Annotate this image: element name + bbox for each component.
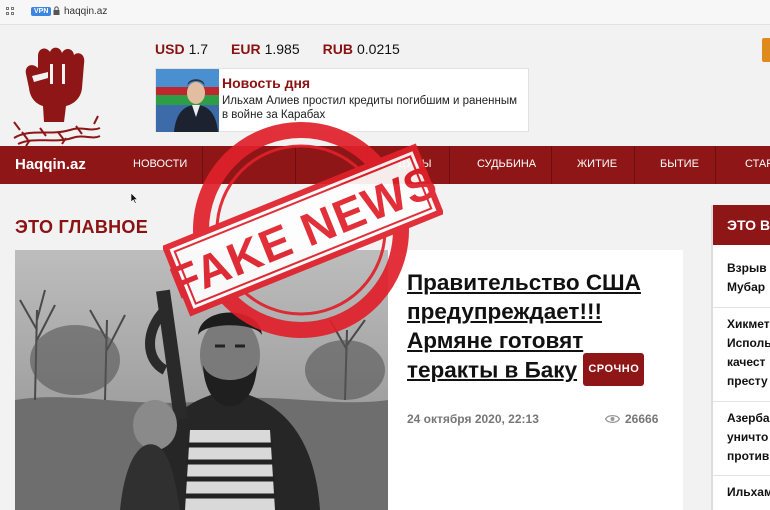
lock-icon [53, 6, 60, 15]
sidebar-news-item[interactable]: Азербайуничтопротив [727, 409, 770, 466]
nav-item-elders[interactable]: СТАРШ [745, 158, 770, 170]
sidebar-divider [713, 307, 770, 308]
currency-rates: USD 1.7 EUR 1.985 RUB 0.0215 [155, 41, 400, 57]
section-title: ЭТО ГЛАВНОЕ [15, 217, 149, 237]
article-photo[interactable] [15, 250, 388, 510]
main-navigation: Haqqin.az НОВОСТИ ДУМЫ СУДЬБИНА ЖИТИЕ БЫ… [0, 146, 770, 184]
nav-divider [449, 146, 450, 184]
site-logo-fist[interactable] [10, 44, 102, 149]
sidebar-top-news: ЭТО В Взрыв вМубар ХикметИсполькачестпре… [711, 205, 770, 510]
sidebar-news-item[interactable]: Ильхам [727, 483, 770, 502]
nav-divider [202, 146, 203, 184]
nav-divider [634, 146, 635, 184]
browser-toolbar: VPN haqqin.az [0, 0, 770, 25]
tab-grid-icon[interactable] [6, 7, 15, 16]
rate-rub: RUB 0.0215 [322, 41, 400, 57]
side-badge[interactable] [762, 38, 770, 62]
news-of-day-card[interactable]: Новость дня Ильхам Алиев простил кредиты… [155, 68, 529, 132]
sidebar-title: ЭТО В [713, 205, 770, 245]
nav-divider [715, 146, 716, 184]
news-of-day-photo [156, 69, 219, 132]
article-date: 24 октября 2020, 22:13 [407, 412, 539, 426]
sidebar-news-item[interactable]: Взрыв вМубар [727, 259, 770, 297]
nav-divider [367, 146, 368, 184]
article-headline[interactable]: Правительство США предупреждает!!! Армян… [407, 268, 677, 388]
nav-divider [551, 146, 552, 184]
nav-brand[interactable]: Haqqin.az [15, 156, 86, 173]
vpn-badge[interactable]: VPN [31, 7, 52, 16]
mouse-cursor-icon [131, 193, 139, 204]
nav-item-life[interactable]: ЖИТИЕ [577, 158, 617, 170]
nav-item-being[interactable]: БЫТИЕ [660, 158, 699, 170]
main-article-card[interactable]: Правительство США предупреждает!!! Армян… [15, 250, 683, 510]
nav-item-fate[interactable]: СУДЬБИНА [477, 158, 536, 170]
urgent-badge: СРОЧНО [583, 353, 645, 386]
rate-usd: USD 1.7 [155, 41, 209, 57]
views-count: 26666 [625, 412, 659, 426]
sidebar-divider [713, 475, 770, 476]
nav-item-news[interactable]: НОВОСТИ [133, 158, 187, 170]
news-of-day-text[interactable]: Ильхам Алиев простил кредиты погибшим и … [222, 94, 522, 122]
rate-eur: EUR 1.985 [231, 41, 300, 57]
news-of-day-title[interactable]: Новость дня [222, 75, 310, 91]
sidebar-news-item[interactable]: Хикмет Исполь качест престу [727, 315, 770, 391]
nav-divider [295, 146, 296, 184]
nav-item-thoughts[interactable]: ДУМЫ [398, 158, 431, 170]
address-bar[interactable]: haqqin.az [64, 6, 107, 17]
eye-icon [605, 414, 620, 424]
sidebar-divider [713, 401, 770, 402]
